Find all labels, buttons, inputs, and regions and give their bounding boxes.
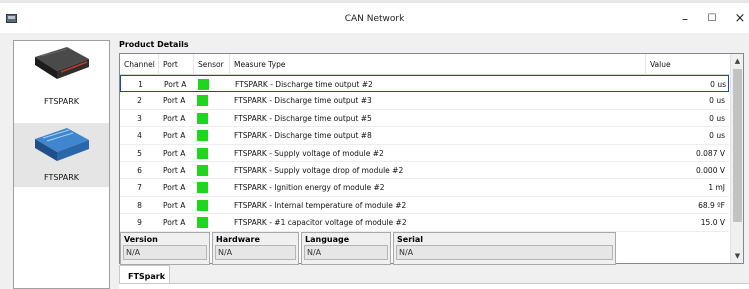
channel-cell: 1 (138, 80, 143, 89)
table-row[interactable]: 5 Port A FTSPARK - Supply voltage of modul… (120, 145, 729, 162)
channel-cell: 9 (137, 218, 142, 228)
value-cell: 0 us (709, 96, 725, 106)
channel-cell: 8 (137, 200, 142, 210)
channel-cell: 2 (137, 96, 142, 106)
device-label: FTSPARK (43, 173, 79, 182)
version-field: N/A (123, 245, 207, 260)
version-box: Version N/A (120, 232, 210, 265)
measure-type-cell: FTSPARK - Discharge time output #5 (234, 113, 372, 123)
channel-cell: 7 (137, 183, 142, 193)
device-list: FTSPARK FTSPARK (13, 40, 110, 289)
hardware-box: Hardware N/A (212, 232, 299, 265)
table-row[interactable]: 6 Port A FTSPARK - Supply voltage drop of … (120, 162, 729, 180)
scrollbar-thumb[interactable] (733, 69, 742, 222)
table-row[interactable]: 1 Port A FTSPARK - Discharge time output #… (120, 75, 729, 93)
port-cell: Port A (163, 96, 186, 106)
column-header-port[interactable]: Port (159, 54, 194, 75)
channel-cell: 6 (137, 166, 142, 175)
hardware-label: Hardware (216, 235, 260, 244)
sensor-status-indicator (197, 147, 208, 159)
value-cell: 15.0 V (700, 218, 725, 228)
column-header-channel[interactable]: Channel (120, 54, 159, 75)
serial-label: Serial (397, 235, 424, 244)
table-row[interactable]: 9 Port A FTSPARK - #1 capacitor voltage of… (120, 214, 729, 232)
sensor-status-indicator (197, 182, 208, 194)
product-details-panel: Product Details Channel Port Sensor Meas… (114, 36, 749, 289)
port-cell: Port A (163, 113, 186, 123)
table-row[interactable]: 2 Port A FTSPARK - Discharge time output #… (120, 92, 729, 110)
sensor-status-indicator (197, 95, 208, 107)
measure-type-cell: FTSPARK - Discharge time output #3 (234, 96, 372, 106)
port-cell: Port A (164, 80, 187, 89)
title-bar: CAN Network – ☐ × (0, 0, 749, 33)
table-header: Channel Port Sensor Measure Type Value (120, 54, 730, 75)
sensor-status-indicator (197, 130, 208, 142)
window-title: CAN Network (344, 14, 405, 24)
port-cell: Port A (163, 148, 186, 158)
table-row[interactable]: 3 Port A FTSPARK - Discharge time output #… (120, 110, 729, 128)
sensor-status-indicator (197, 112, 208, 124)
column-header-value[interactable]: Value (646, 54, 730, 75)
measure-type-cell: FTSPARK - Discharge time output #2 (235, 80, 373, 89)
table-row[interactable]: 7 Port A FTSPARK - Ignition energy of modu… (120, 179, 729, 197)
measure-type-cell: FTSPARK - Discharge time output #8 (234, 131, 372, 141)
measure-type-cell: FTSPARK - Supply voltage drop of module … (234, 166, 404, 175)
measure-type-cell: FTSPARK - Supply voltage of module #2 (234, 148, 384, 158)
column-header-measure-type[interactable]: Measure Type (230, 54, 646, 75)
tab-label: FTSpark (128, 272, 166, 281)
scroll-down-icon[interactable]: ▼ (731, 249, 743, 263)
sensor-status-indicator (197, 165, 208, 176)
measure-type-cell: FTSPARK - #1 capacitor voltage of module… (234, 218, 407, 228)
device-item-ftspark-1[interactable]: FTSPARK (14, 45, 109, 109)
value-cell: 68.9 ºF (698, 200, 725, 210)
device-label: FTSPARK (43, 97, 79, 106)
port-cell: Port A (163, 183, 186, 193)
sensor-status-indicator (197, 217, 208, 229)
sensor-status-indicator (198, 79, 209, 90)
serial-box: Serial N/A (393, 232, 616, 265)
column-header-sensor[interactable]: Sensor (194, 54, 230, 75)
value-cell: 0 us (709, 131, 725, 141)
value-cell: 0 us (710, 80, 726, 89)
tab-content (119, 283, 749, 289)
table-row[interactable]: 8 Port A FTSPARK - Internal temperature of… (120, 197, 729, 215)
language-field: N/A (304, 245, 388, 260)
serial-field: N/A (396, 245, 613, 260)
value-cell: 0.000 V (696, 166, 725, 175)
scroll-up-icon[interactable]: ▲ (731, 54, 743, 68)
channel-cell: 4 (137, 131, 142, 141)
language-box: Language N/A (301, 232, 391, 265)
port-cell: Port A (163, 166, 186, 175)
language-label: Language (305, 235, 350, 244)
value-cell: 1 mJ (708, 183, 725, 193)
vertical-scrollbar[interactable]: ▲ ▼ (730, 54, 743, 263)
measure-type-cell: FTSPARK - Internal temperature of module… (234, 200, 407, 210)
port-cell: Port A (163, 131, 186, 141)
maximize-button[interactable]: ☐ (703, 11, 721, 27)
channel-cell: 3 (137, 113, 142, 123)
port-cell: Port A (163, 218, 186, 228)
version-label: Version (124, 235, 158, 244)
hardware-field: N/A (215, 245, 296, 260)
close-button[interactable]: × (731, 11, 749, 27)
channel-cell: 5 (137, 148, 142, 158)
ftspark-device-icon (35, 47, 89, 79)
port-cell: Port A (163, 200, 186, 210)
device-item-ftspark-2[interactable]: FTSPARK (14, 123, 109, 187)
minimize-button[interactable]: – (676, 11, 694, 27)
ftspark-device-icon (35, 128, 89, 161)
measure-type-cell: FTSPARK - Ignition energy of module #2 (234, 183, 385, 193)
table-row[interactable]: 4 Port A FTSPARK - Discharge time output #… (120, 127, 729, 145)
value-cell: 0.087 V (696, 148, 725, 158)
value-cell: 0 us (709, 113, 725, 123)
sensor-status-indicator (197, 199, 208, 211)
section-title: Product Details (119, 40, 189, 49)
